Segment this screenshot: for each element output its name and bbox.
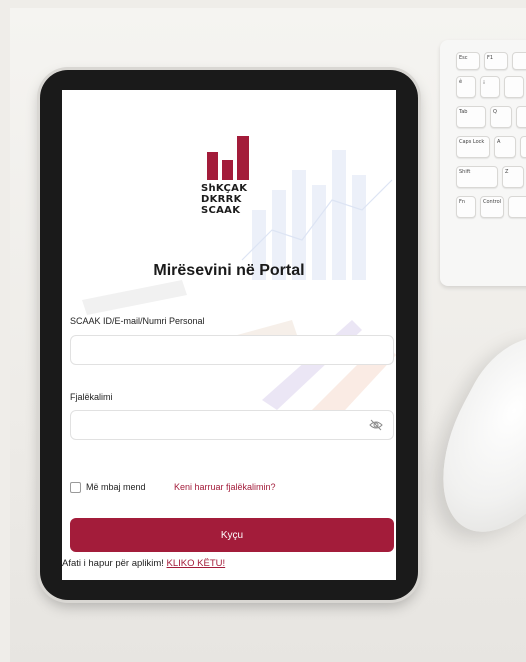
key-1: ¡ [480, 76, 500, 98]
key-f2 [512, 52, 526, 70]
key-s [520, 136, 526, 158]
key-section: ê [456, 76, 476, 98]
username-label: SCAAK ID/E-mail/Numri Personal [70, 316, 205, 326]
key-2 [504, 76, 524, 98]
key-tab: Tab [456, 106, 486, 128]
notice-link[interactable]: KLIKO KËTU! [167, 558, 226, 569]
remember-me-label: Më mbaj mend [86, 482, 146, 492]
key-option [508, 196, 526, 218]
forgot-password-link[interactable]: Keni harruar fjalëkalimin? [174, 482, 276, 492]
login-button[interactable]: Kyçu [70, 518, 394, 552]
key-q: Q [490, 106, 512, 128]
key-f1: F1 [484, 52, 508, 70]
eye-off-icon[interactable] [369, 419, 383, 431]
password-input[interactable] [70, 410, 394, 440]
tablet-device: ShKÇAK DKRRK SCAAK Mirësevini në Portal … [40, 70, 418, 600]
key-w [516, 106, 526, 128]
page-title: Mirësevini në Portal [153, 262, 305, 279]
application-notice: Afati i hapur për aplikim! KLIKO KËTU! [62, 558, 225, 569]
key-esc: Esc [456, 52, 480, 70]
logo-bars-icon [201, 136, 257, 180]
password-label: Fjalëkalimi [70, 392, 113, 402]
logo-text: ShKÇAK DKRRK SCAAK [201, 183, 248, 216]
tablet-screen: ShKÇAK DKRRK SCAAK Mirësevini në Portal … [62, 90, 396, 580]
key-control: Control [480, 196, 504, 218]
keyboard: Esc F1 ê ¡ Tab Q Caps Lock A Shift Z Fn … [440, 40, 526, 286]
scaak-logo: ShKÇAK DKRRK SCAAK [201, 136, 257, 216]
key-fn: Fn [456, 196, 476, 218]
username-input[interactable] [70, 335, 394, 365]
key-a: A [494, 136, 516, 158]
key-z: Z [502, 166, 524, 188]
notice-text: Afati i hapur për aplikim! [62, 558, 167, 569]
key-caps-lock: Caps Lock [456, 136, 490, 158]
key-shift: Shift [456, 166, 498, 188]
remember-me-checkbox[interactable] [70, 482, 81, 493]
